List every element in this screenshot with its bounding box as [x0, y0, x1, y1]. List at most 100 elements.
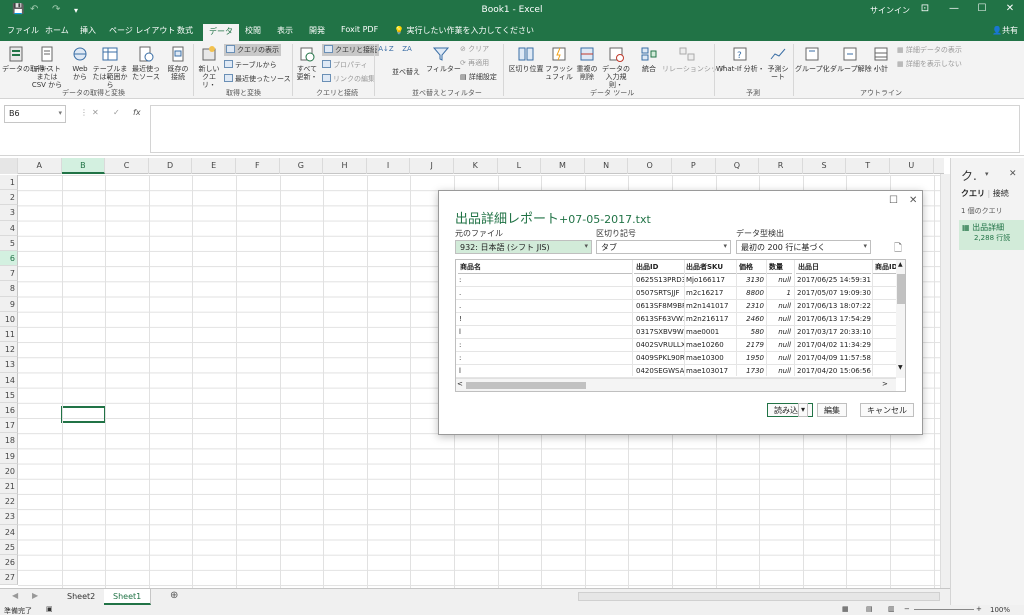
row-header-16[interactable]: 16 — [0, 403, 18, 419]
preview-vertical-scrollbar[interactable]: ▲ ▼ — [896, 260, 905, 378]
page-layout-view-icon[interactable]: ▤ — [866, 605, 873, 613]
row-header-13[interactable]: 13 — [0, 357, 18, 373]
close-pane-icon[interactable]: ✕ — [1009, 169, 1017, 179]
hide-detail-item[interactable]: ▦ 詳細を表示しない — [897, 59, 962, 69]
tab-view[interactable]: 表示 — [277, 25, 293, 36]
row-header-18[interactable]: 18 — [0, 433, 18, 449]
column-header-n[interactable]: N — [585, 158, 629, 174]
cancel-button[interactable]: キャンセル — [860, 403, 914, 417]
row-header-12[interactable]: 12 — [0, 342, 18, 358]
scroll-down-icon[interactable]: ▼ — [898, 364, 903, 371]
maximize-icon[interactable]: ☐ — [972, 3, 992, 14]
minimize-icon[interactable]: — — [944, 3, 964, 14]
sheet-tab-sheet1[interactable]: Sheet1 — [104, 589, 152, 605]
row-header-25[interactable]: 25 — [0, 539, 18, 555]
ungroup-button[interactable]: グループ解除・ — [830, 43, 879, 73]
data-validation-button[interactable]: データの入力規則・ — [600, 43, 632, 89]
row-header-17[interactable]: 17 — [0, 418, 18, 434]
tab-review[interactable]: 校閲 — [245, 25, 261, 36]
properties-item[interactable]: プロパティ — [322, 60, 368, 70]
origin-select[interactable]: 932: 日本語 (シフト JIS) ▾ — [455, 240, 592, 254]
column-header-p[interactable]: P — [672, 158, 716, 174]
macro-record-icon[interactable]: ▣ — [46, 605, 53, 613]
cancel-icon[interactable]: ✕ — [92, 108, 99, 117]
refresh-all-button[interactable]: すべて更新・ — [295, 43, 319, 81]
zoom-in-icon[interactable]: + — [976, 605, 982, 613]
vertical-scrollbar[interactable] — [940, 174, 950, 588]
query-item[interactable]: ▦ 出品詳細 2,288 行読 — [959, 220, 1024, 250]
active-cell[interactable] — [61, 406, 106, 423]
from-table-range-button[interactable]: テーブルまたは範囲から — [92, 43, 128, 89]
scroll-thumb[interactable] — [897, 274, 905, 304]
clear-item[interactable]: ⊘ クリア — [460, 44, 489, 54]
sort-button[interactable]: 並べ替え — [392, 68, 420, 76]
tab-formulas[interactable]: 数式 — [177, 25, 193, 36]
column-header-b[interactable]: B — [61, 158, 106, 174]
select-all-corner[interactable] — [0, 158, 18, 174]
from-text-csv-button[interactable]: テキストまたは CSV から — [30, 43, 64, 89]
show-queries-item[interactable]: クエリの表示 — [224, 44, 281, 56]
remove-duplicates-button[interactable]: 重複の削除 — [574, 43, 600, 81]
row-header-2[interactable]: 2 — [0, 190, 18, 206]
consolidate-button[interactable]: 統合 — [636, 43, 662, 73]
sheet-tab-sheet2[interactable]: Sheet2 — [58, 589, 106, 605]
row-header-8[interactable]: 8 — [0, 281, 18, 297]
scroll-left-icon[interactable]: ◀ — [12, 591, 18, 600]
tab-insert[interactable]: 挿入 — [80, 25, 96, 36]
close-dialog-icon[interactable]: ✕ — [909, 195, 917, 206]
column-header-k[interactable]: K — [454, 158, 498, 174]
restore-icon[interactable]: ☐ — [889, 195, 898, 206]
group-button[interactable]: グループ化・ — [795, 43, 837, 73]
flash-fill-button[interactable]: フラッシュフィル — [544, 43, 574, 81]
tab-queries[interactable]: クエリ — [961, 189, 985, 198]
tab-home[interactable]: ホーム — [45, 25, 69, 36]
enter-icon[interactable]: ✓ — [113, 108, 120, 117]
new-query-button[interactable]: 新しいクエリ・ — [196, 43, 222, 89]
tab-connections[interactable]: 接続 — [993, 189, 1009, 198]
recent-sources-item[interactable]: 最近使ったソース — [224, 74, 291, 84]
scroll-right-icon[interactable]: ▶ — [32, 591, 38, 600]
sort-za-button[interactable]: ZA — [398, 45, 416, 53]
row-header-6[interactable]: 6 — [0, 251, 18, 267]
close-icon[interactable]: ✕ — [1000, 3, 1020, 14]
zoom-slider[interactable] — [914, 609, 974, 610]
edit-links-item[interactable]: リンクの編集 — [322, 74, 375, 84]
row-header-7[interactable]: 7 — [0, 266, 18, 282]
tab-foxit-pdf[interactable]: Foxit PDF — [341, 25, 378, 34]
row-header-10[interactable]: 10 — [0, 311, 18, 327]
column-header-d[interactable]: D — [149, 158, 193, 174]
signin-link[interactable]: サインイン — [870, 5, 910, 16]
tab-data[interactable]: データ — [203, 24, 239, 41]
from-table-item[interactable]: テーブルから — [224, 60, 277, 70]
scroll-up-icon[interactable]: ▲ — [898, 261, 903, 268]
scroll-left-icon[interactable]: < — [457, 380, 463, 388]
column-header-s[interactable]: S — [803, 158, 847, 174]
recent-sources-button[interactable]: 最近使ったソース — [130, 43, 162, 81]
column-header-q[interactable]: Q — [716, 158, 760, 174]
normal-view-icon[interactable]: ▦ — [842, 605, 849, 613]
tab-file[interactable]: ファイル — [7, 25, 39, 36]
pane-options-icon[interactable]: ▾ — [985, 170, 989, 178]
column-header-l[interactable]: L — [498, 158, 542, 174]
tell-me-search[interactable]: 💡 実行したい作業を入力してください — [394, 25, 534, 36]
row-header-26[interactable]: 26 — [0, 555, 18, 571]
row-header-24[interactable]: 24 — [0, 524, 18, 540]
subtotal-button[interactable]: 小計 — [870, 43, 892, 73]
column-header-g[interactable]: G — [280, 158, 324, 174]
tab-page-layout[interactable]: ページ レイアウト — [109, 25, 175, 36]
zoom-out-icon[interactable]: − — [904, 605, 910, 613]
page-break-view-icon[interactable]: ▥ — [888, 605, 895, 613]
row-header-23[interactable]: 23 — [0, 509, 18, 525]
row-header-4[interactable]: 4 — [0, 220, 18, 236]
column-header-e[interactable]: E — [192, 158, 236, 174]
relationships-button[interactable]: リレーションシップ — [662, 43, 725, 73]
name-box[interactable]: B6 ▾ — [4, 105, 66, 123]
column-header-t[interactable]: T — [846, 158, 890, 174]
zoom-level[interactable]: 100% — [990, 606, 1010, 614]
preview-horizontal-scrollbar[interactable]: < > — [456, 378, 896, 391]
share-button[interactable]: 👤共有 — [992, 25, 1018, 36]
column-header-c[interactable]: C — [105, 158, 149, 174]
row-header-19[interactable]: 19 — [0, 448, 18, 464]
advanced-item[interactable]: ▤ 詳細設定 — [460, 72, 497, 82]
column-header-h[interactable]: H — [323, 158, 367, 174]
